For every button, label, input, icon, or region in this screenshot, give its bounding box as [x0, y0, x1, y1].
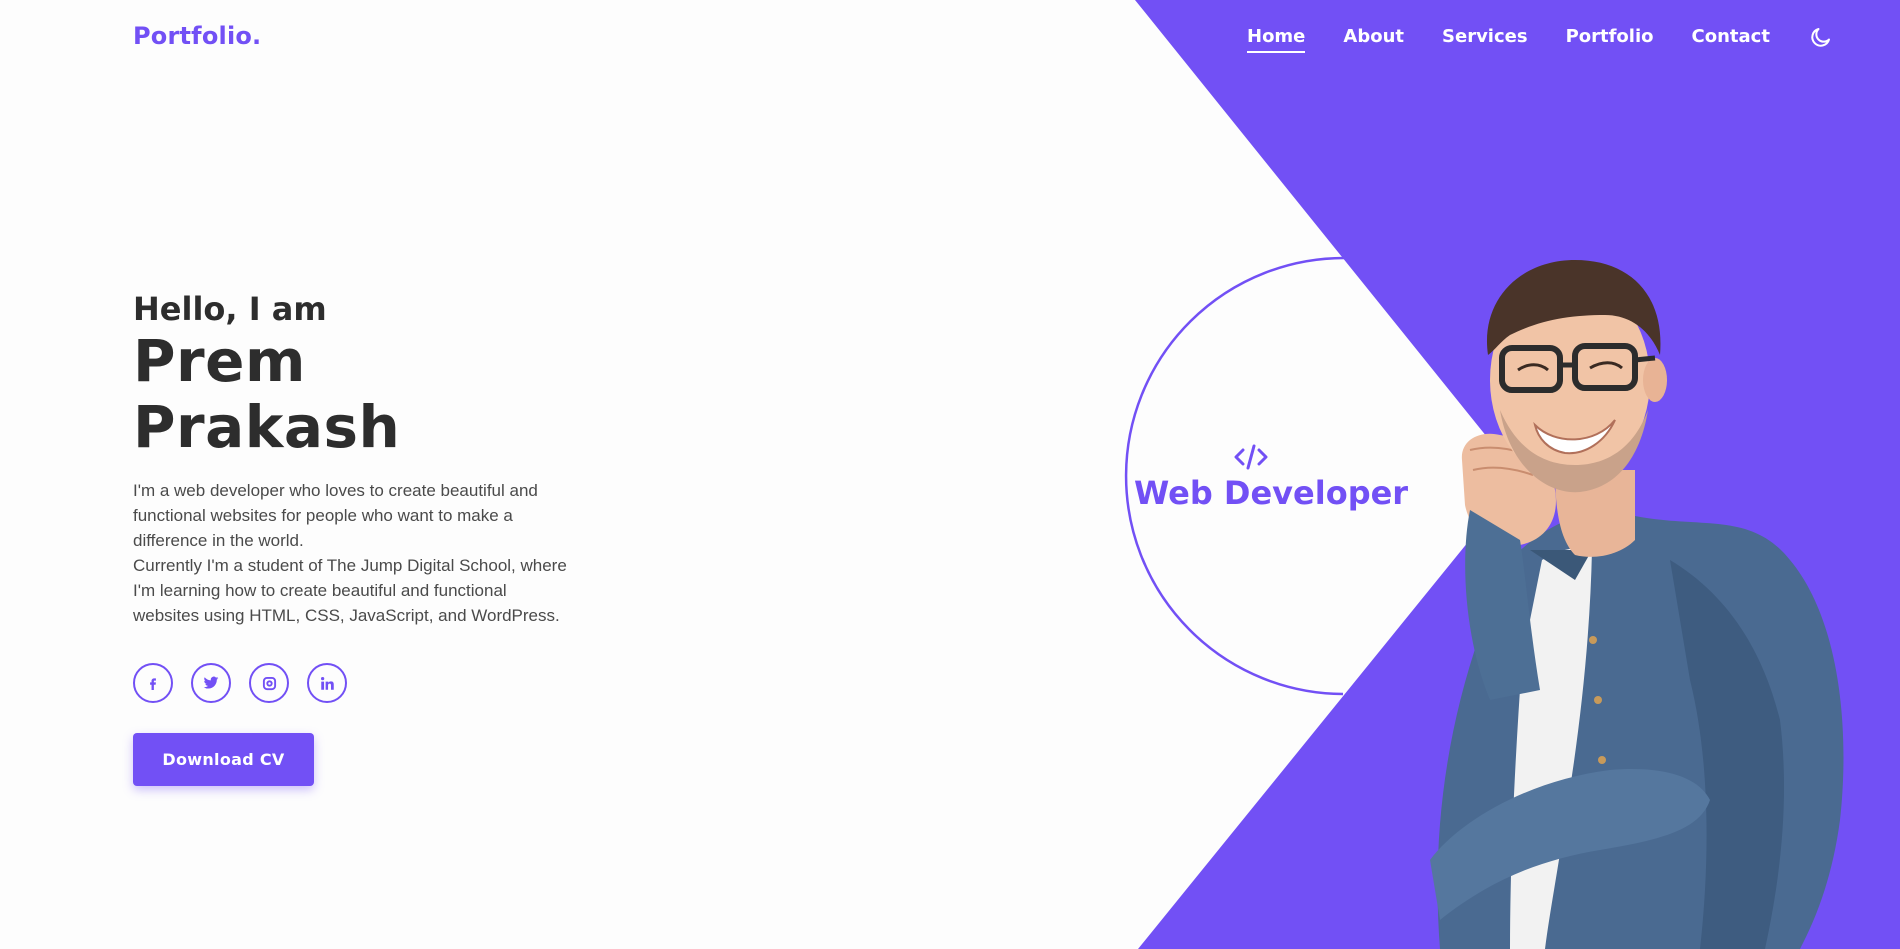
linkedin-icon[interactable] [307, 663, 347, 703]
social-links [133, 663, 583, 703]
facebook-icon[interactable] [133, 663, 173, 703]
nav-services[interactable]: Services [1442, 26, 1528, 53]
hero-bio: I'm a web developer who loves to create … [133, 478, 573, 628]
instagram-icon[interactable] [249, 663, 289, 703]
role-label: Web Developer [1134, 474, 1409, 512]
bio-paragraph-2: Currently I'm a student of The Jump Digi… [133, 556, 567, 625]
hero-name: Prem Prakash [133, 327, 401, 461]
page: Portfolio. Home About Services Portfolio… [0, 0, 1900, 949]
bio-paragraph-1: I'm a web developer who loves to create … [133, 481, 538, 550]
code-icon [1234, 443, 1268, 471]
hero-section: Hello, I am Prem Prakash I'm a web devel… [133, 290, 583, 786]
download-cv-button[interactable]: Download CV [133, 733, 314, 786]
twitter-icon[interactable] [191, 663, 231, 703]
nav-contact[interactable]: Contact [1692, 26, 1770, 53]
main-nav: Home About Services Portfolio Contact [1247, 26, 1833, 53]
moon-icon[interactable] [1809, 25, 1833, 49]
nav-home[interactable]: Home [1247, 26, 1306, 53]
profile-photo [1430, 260, 1844, 949]
site-logo[interactable]: Portfolio. [133, 22, 261, 50]
hero-greeting: Hello, I am [133, 290, 327, 328]
nav-about[interactable]: About [1343, 26, 1404, 53]
nav-portfolio[interactable]: Portfolio [1566, 26, 1654, 53]
